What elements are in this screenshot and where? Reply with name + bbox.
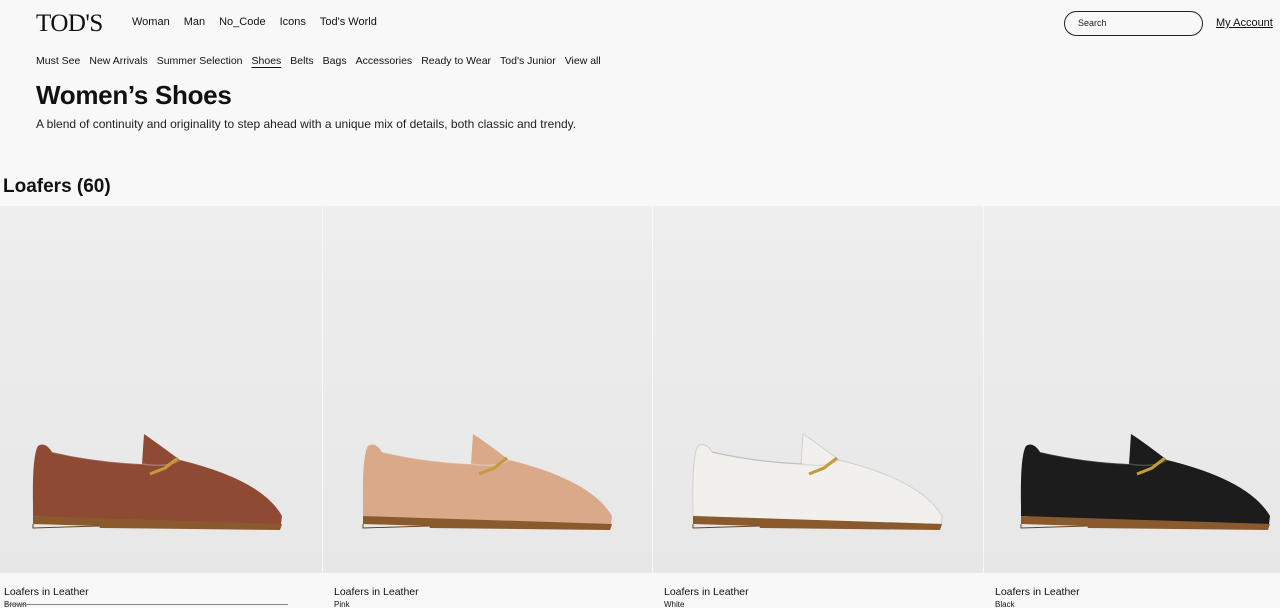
product-name[interactable]: Loafers in Leather xyxy=(995,586,1080,598)
product-card[interactable]: Loafers in Leather Pink xyxy=(323,206,652,608)
subnav-ready-to-wear[interactable]: Ready to Wear xyxy=(421,55,491,67)
product-image[interactable] xyxy=(984,206,1280,573)
product-card[interactable]: Loafers in Leather Brown xyxy=(0,206,322,608)
brand-logo[interactable]: TOD'S xyxy=(36,10,103,38)
product-color: Black xyxy=(995,600,1015,608)
product-name[interactable]: Loafers in Leather xyxy=(664,586,749,598)
page-description: A blend of continuity and originality to… xyxy=(36,117,577,131)
nav-no-code[interactable]: No_Code xyxy=(219,16,265,28)
subnav-tods-junior[interactable]: Tod's Junior xyxy=(500,55,556,67)
loafer-image xyxy=(32,434,282,530)
subnav-belts[interactable]: Belts xyxy=(290,55,313,67)
product-image[interactable] xyxy=(0,206,322,573)
subnav-new-arrivals[interactable]: New Arrivals xyxy=(89,55,147,67)
nav-tods-world[interactable]: Tod's World xyxy=(320,16,377,28)
product-image[interactable] xyxy=(323,206,652,573)
product-color: White xyxy=(664,600,685,608)
page-title: Women’s Shoes xyxy=(36,80,232,110)
nav-woman[interactable]: Woman xyxy=(132,16,170,28)
subnav-summer-selection[interactable]: Summer Selection xyxy=(157,55,243,67)
search-input[interactable]: Search xyxy=(1064,11,1203,36)
subnav-shoes[interactable]: Shoes xyxy=(252,55,282,67)
product-name[interactable]: Loafers in Leather xyxy=(4,586,89,598)
my-account-link[interactable]: My Account xyxy=(1216,17,1273,29)
product-image[interactable] xyxy=(653,206,983,573)
loafer-image xyxy=(692,433,943,530)
subnav-bags[interactable]: Bags xyxy=(323,55,347,67)
main-nav: Woman Man No_Code Icons Tod's World xyxy=(132,16,377,28)
category-nav: Must See New Arrivals Summer Selection S… xyxy=(36,55,601,67)
category-title: Loafers (60) xyxy=(3,176,111,197)
loafer-image xyxy=(1020,434,1270,530)
subnav-view-all[interactable]: View all xyxy=(565,55,601,67)
subnav-accessories[interactable]: Accessories xyxy=(356,55,413,67)
product-card[interactable]: Loafers in Leather Black xyxy=(984,206,1280,608)
top-bar: TOD'S Woman Man No_Code Icons Tod's Worl… xyxy=(0,0,1280,46)
nav-man[interactable]: Man xyxy=(184,16,205,28)
subnav-must-see[interactable]: Must See xyxy=(36,55,80,67)
nav-icons[interactable]: Icons xyxy=(280,16,306,28)
loafer-image xyxy=(362,434,612,530)
product-color: Pink xyxy=(334,600,350,608)
product-name[interactable]: Loafers in Leather xyxy=(334,586,419,598)
product-card[interactable]: Loafers in Leather White xyxy=(653,206,983,608)
product-grid: Loafers in Leather Brown Loafers in Leat… xyxy=(0,206,1280,608)
focus-underline xyxy=(4,604,288,605)
